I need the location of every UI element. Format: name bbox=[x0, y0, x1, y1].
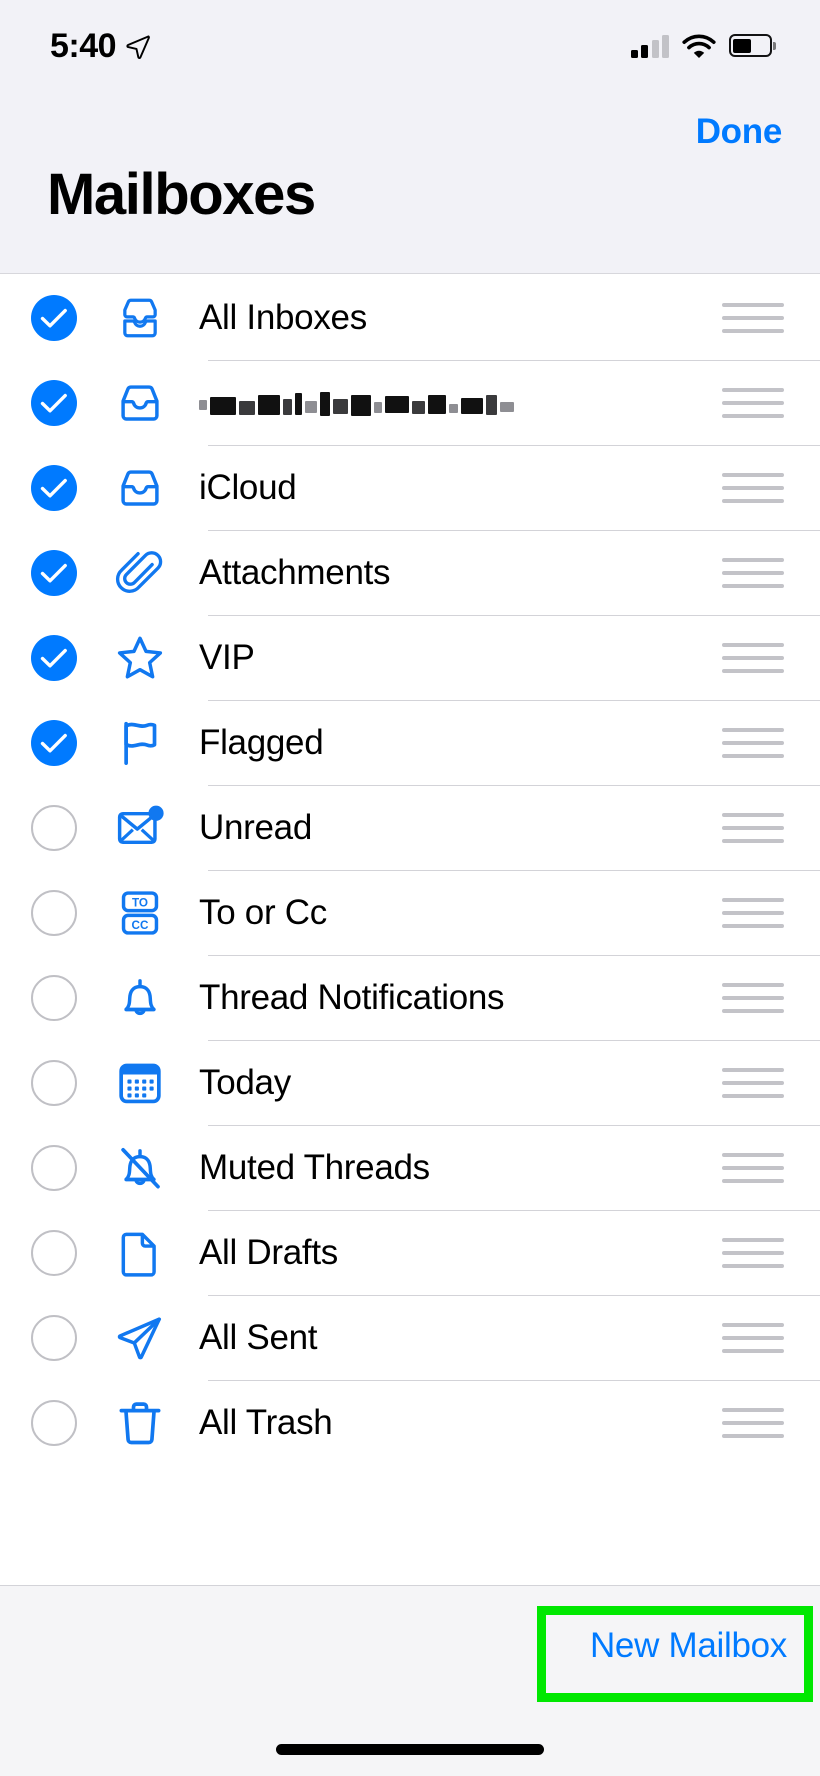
paperclip-icon bbox=[110, 543, 170, 603]
svg-text:TO: TO bbox=[132, 896, 148, 909]
svg-text:CC: CC bbox=[132, 919, 149, 932]
mailbox-row-label: Today bbox=[199, 1062, 291, 1102]
mailbox-row[interactable] bbox=[0, 360, 820, 445]
drag-handle-icon[interactable] bbox=[722, 472, 784, 503]
mailbox-row[interactable]: VIP bbox=[0, 615, 820, 700]
calendar-icon bbox=[110, 1053, 170, 1113]
checkmark-icon bbox=[40, 563, 67, 582]
mailbox-row-label: VIP bbox=[199, 637, 255, 677]
checkbox-checked[interactable] bbox=[31, 464, 77, 511]
status-bar-right bbox=[630, 33, 776, 59]
checkbox-unchecked[interactable] bbox=[31, 974, 77, 1021]
checkbox-unchecked[interactable] bbox=[31, 889, 77, 936]
redacted-account-name bbox=[199, 386, 722, 420]
mailbox-list[interactable]: All Inboxes iCloud Attachments VIP Flagged Un… bbox=[0, 275, 820, 1585]
checkbox-checked[interactable] bbox=[31, 634, 77, 681]
drag-handle-icon[interactable] bbox=[722, 897, 784, 928]
paper-plane-icon bbox=[110, 1308, 170, 1368]
drag-handle-icon[interactable] bbox=[722, 557, 784, 588]
battery-icon bbox=[729, 34, 776, 58]
checkbox-unchecked[interactable] bbox=[31, 1314, 77, 1361]
drag-handle-icon[interactable] bbox=[722, 302, 784, 333]
mailbox-row-label: All Trash bbox=[199, 1402, 333, 1442]
page-title: Mailboxes bbox=[47, 162, 316, 227]
drag-handle-icon[interactable] bbox=[722, 1407, 784, 1438]
checkmark-icon bbox=[40, 648, 67, 667]
mailbox-row-label: iCloud bbox=[199, 467, 297, 507]
checkbox-checked[interactable] bbox=[31, 549, 77, 596]
checkbox-unchecked[interactable] bbox=[31, 1144, 77, 1191]
star-icon bbox=[110, 628, 170, 688]
status-bar: 5:40 bbox=[0, 0, 820, 92]
bell-icon bbox=[110, 968, 170, 1028]
inbox-tray-icon bbox=[110, 458, 170, 518]
mailboxes-edit-screen: 5:40 Done Mailboxes All Inboxes iCloud A… bbox=[0, 0, 820, 1776]
navigation-header: Done Mailboxes bbox=[0, 92, 820, 274]
checkbox-unchecked[interactable] bbox=[31, 1399, 77, 1446]
cellular-signal-icon bbox=[630, 34, 669, 58]
bottom-toolbar: New Mailbox bbox=[0, 1585, 820, 1776]
bell-slash-icon bbox=[110, 1138, 170, 1198]
drag-handle-icon[interactable] bbox=[722, 387, 784, 418]
mailbox-row[interactable]: Flagged bbox=[0, 700, 820, 785]
checkmark-icon bbox=[40, 308, 67, 327]
unread-envelope-icon bbox=[110, 798, 170, 858]
drag-handle-icon[interactable] bbox=[722, 727, 784, 758]
mailbox-row-label: All Sent bbox=[199, 1317, 318, 1357]
checkbox-unchecked[interactable] bbox=[31, 1059, 77, 1106]
wifi-icon bbox=[682, 33, 716, 58]
status-bar-clock: 5:40 bbox=[50, 27, 117, 65]
drag-handle-icon[interactable] bbox=[722, 642, 784, 673]
mailbox-row-label: All Inboxes bbox=[199, 297, 367, 337]
drag-handle-icon[interactable] bbox=[722, 1237, 784, 1268]
drag-handle-icon[interactable] bbox=[722, 1322, 784, 1353]
drag-handle-icon[interactable] bbox=[722, 1152, 784, 1183]
mailbox-row-label: Muted Threads bbox=[199, 1147, 430, 1187]
checkmark-icon bbox=[40, 393, 67, 412]
checkbox-checked[interactable] bbox=[31, 379, 77, 426]
mailbox-row-label: Thread Notifications bbox=[199, 977, 505, 1017]
checkbox-checked[interactable] bbox=[31, 719, 77, 766]
drag-handle-icon[interactable] bbox=[722, 982, 784, 1013]
mailbox-row[interactable]: iCloud bbox=[0, 445, 820, 530]
mailbox-row[interactable]: Unread bbox=[0, 785, 820, 870]
mailbox-row-label: Attachments bbox=[199, 552, 391, 592]
inbox-tray-icon bbox=[110, 373, 170, 433]
new-mailbox-button[interactable]: New Mailbox bbox=[590, 1626, 787, 1666]
done-button[interactable]: Done bbox=[690, 108, 788, 156]
checkmark-icon bbox=[40, 733, 67, 752]
drag-handle-icon[interactable] bbox=[722, 1067, 784, 1098]
mailbox-row-label: To or Cc bbox=[199, 892, 327, 932]
mailbox-row[interactable]: Today bbox=[0, 1040, 820, 1125]
mailbox-row[interactable]: All Sent bbox=[0, 1295, 820, 1380]
to-or-cc-icon: TO CC bbox=[110, 883, 170, 943]
checkbox-checked[interactable] bbox=[31, 294, 77, 341]
flag-icon bbox=[110, 713, 170, 773]
trash-icon bbox=[110, 1393, 170, 1453]
checkbox-unchecked[interactable] bbox=[31, 804, 77, 851]
mailbox-row[interactable]: Muted Threads bbox=[0, 1125, 820, 1210]
mailbox-row[interactable]: All Inboxes bbox=[0, 275, 820, 360]
mailbox-row[interactable]: Attachments bbox=[0, 530, 820, 615]
checkmark-icon bbox=[40, 478, 67, 497]
mailbox-row-label: Unread bbox=[199, 807, 312, 847]
all-inboxes-tray-icon bbox=[110, 288, 170, 348]
location-arrow-icon bbox=[126, 35, 150, 59]
mailbox-row-label: All Drafts bbox=[199, 1232, 338, 1272]
mailbox-row[interactable]: All Drafts bbox=[0, 1210, 820, 1295]
mailbox-row[interactable]: TO CC To or Cc bbox=[0, 870, 820, 955]
document-page-icon bbox=[110, 1223, 170, 1283]
mailbox-row[interactable]: Thread Notifications bbox=[0, 955, 820, 1040]
status-bar-left: 5:40 bbox=[50, 29, 151, 63]
home-indicator bbox=[276, 1744, 544, 1755]
checkbox-unchecked[interactable] bbox=[31, 1229, 77, 1276]
mailbox-row[interactable]: All Trash bbox=[0, 1380, 820, 1465]
drag-handle-icon[interactable] bbox=[722, 812, 784, 843]
mailbox-row-label: Flagged bbox=[199, 722, 324, 762]
